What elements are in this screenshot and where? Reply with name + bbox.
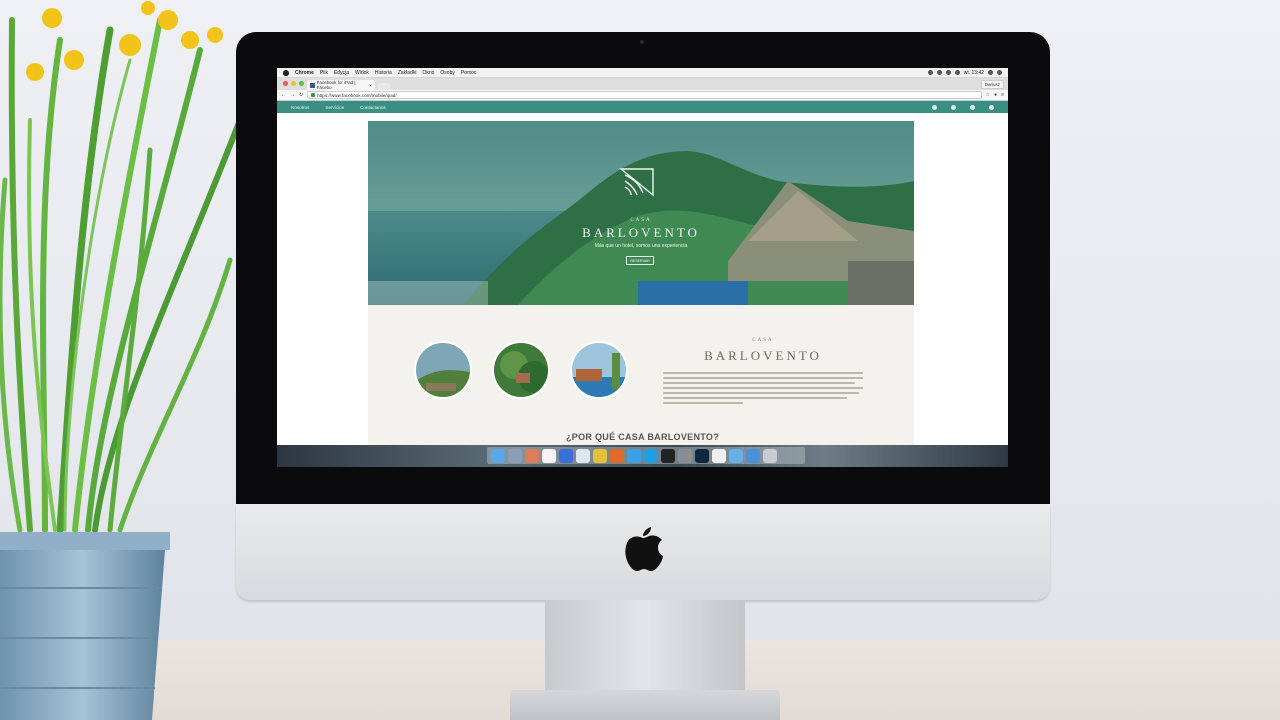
extension-icon[interactable]: ● [994,92,997,98]
about-title: BARLOVENTO [704,348,822,363]
photoshop-icon[interactable] [695,448,709,463]
finder-icon[interactable] [491,448,505,463]
app-store-icon[interactable] [559,448,573,463]
menu-item[interactable]: Plik [320,70,328,76]
downloads-icon[interactable] [746,448,760,463]
hero-brand-kicker: CASA [630,218,652,223]
calendar-icon[interactable] [542,448,556,463]
page-margin-right [914,121,1008,445]
apple-menu-icon[interactable] [283,69,289,76]
about-paragraph [663,372,863,407]
terminal-icon[interactable] [661,448,675,463]
menu-icon[interactable]: ≡ [1001,92,1004,98]
tab-title: Facebook for iPad | Facebo [316,80,356,90]
metal-flower-pot [0,532,170,720]
trash-icon[interactable] [763,448,777,463]
site-nav-bar: Nosotros Servicios Contactanos [277,101,1008,113]
url-text: https://www.facebook.com/mobile/ipad/ [317,92,397,98]
hero-cta-button[interactable]: RESERVAR [626,256,654,265]
reload-icon[interactable]: ↻ [299,92,303,98]
nav-link-servicios[interactable]: Servicios [325,105,344,110]
window-controls [283,81,304,86]
webcam [640,40,644,44]
menu-item[interactable]: Pomoc [461,70,477,76]
cloud-icon[interactable] [576,448,590,463]
hero-title: BARLOVENTO [582,225,700,240]
menu-item[interactable]: Widok [355,70,369,76]
minimize-window-button[interactable] [291,81,296,86]
address-bar[interactable]: https://www.facebook.com/mobile/ipad/ [307,91,982,99]
skype-icon[interactable] [644,448,658,463]
new-tab-button[interactable] [378,83,390,90]
launchpad-icon[interactable] [508,448,522,463]
facebook-favicon-icon [310,82,315,88]
menu-clock[interactable]: wt. 13:42 [964,70,984,76]
close-tab-icon[interactable]: × [369,83,372,88]
menu-app-name[interactable]: Chrome [295,70,314,76]
profile-button[interactable]: Dariusz [980,80,1004,89]
menu-item[interactable]: Historia [375,70,392,76]
nav-link-nosotros[interactable]: Nosotros [291,105,309,110]
browser-tab-bar: Facebook for iPad | Facebo × Dariusz [277,78,1008,90]
page-margin-left [277,121,368,445]
battery-icon[interactable] [954,70,960,75]
about-section: CASA BARLOVENTO [368,305,914,445]
gallery-thumbnail[interactable] [492,341,550,399]
wave-logo-icon [619,168,654,197]
imac-stand-foot [510,690,780,720]
menu-item[interactable]: Osoby [440,70,454,76]
safari-icon[interactable] [627,448,641,463]
facebook-icon[interactable] [951,104,956,110]
imac-stand [545,600,745,696]
bookmark-star-icon[interactable]: ☆ [986,92,990,98]
zoom-window-button[interactable] [299,81,304,86]
notification-center-icon[interactable] [997,70,1002,75]
firefox-icon[interactable] [610,448,624,463]
hero-landscape-image [368,121,914,305]
wifi-icon[interactable] [945,70,951,75]
gallery-thumbnail[interactable] [570,341,628,399]
photos-icon[interactable] [525,448,539,463]
menu-item[interactable]: Edycja [334,70,349,76]
hero-subtitle: Más que un hotel, somos una experiencia [594,243,688,249]
macos-menu-bar: Chrome Plik Edycja Widok Historia Zakład… [277,68,1008,78]
imac-screen: Chrome Plik Edycja Widok Historia Zakład… [277,68,1008,467]
search-icon[interactable] [988,70,993,75]
document-icon[interactable] [712,448,726,463]
hero-banner: CASA BARLOVENTO Más que un hotel, somos … [368,121,914,305]
about-brand-kicker: CASA [752,338,774,343]
status-icon[interactable] [927,70,933,75]
browser-tab[interactable]: Facebook for iPad | Facebo × [307,80,375,90]
browser-toolbar: ← → ↻ https://www.facebook.com/mobile/ip… [277,90,1008,101]
menu-item[interactable]: Okno [422,70,434,76]
why-heading: ¿POR QUÉ CASA BARLOVENTO? [565,432,719,442]
close-window-button[interactable] [283,81,288,86]
apple-logo-icon [625,527,663,571]
chrome-icon[interactable] [593,448,607,463]
gallery-thumbnail[interactable] [414,341,472,399]
folder-icon[interactable] [729,448,743,463]
macos-dock [487,447,805,464]
system-preferences-icon[interactable] [678,448,692,463]
whatsapp-icon[interactable] [989,104,994,110]
back-icon[interactable]: ← [281,92,286,98]
language-icon[interactable] [932,104,937,110]
lock-icon [311,93,316,97]
nav-link-contactanos[interactable]: Contactanos [360,105,386,110]
menu-item[interactable]: Zakładki [398,70,417,76]
status-icon[interactable] [936,70,942,75]
forward-icon[interactable]: → [290,92,295,98]
instagram-icon[interactable] [970,104,975,110]
